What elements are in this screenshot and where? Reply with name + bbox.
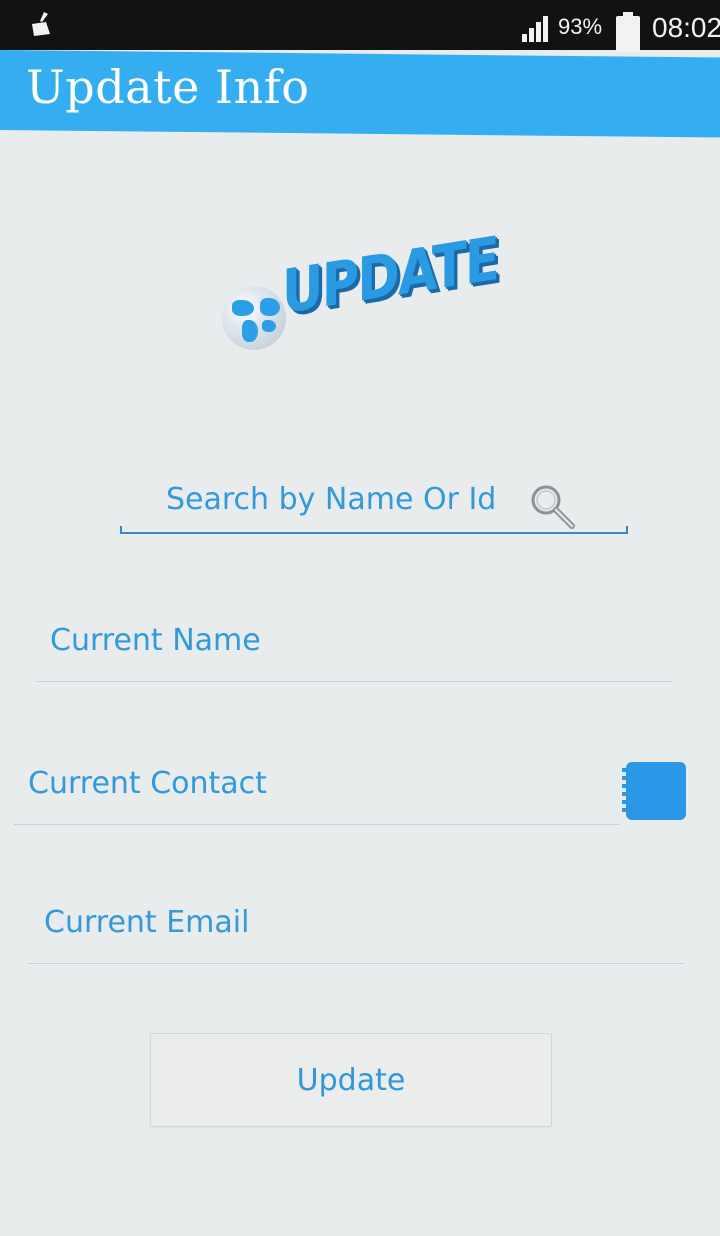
email-underline [28, 963, 684, 964]
name-underline [36, 681, 672, 682]
status-bar: 93% 08:02 [0, 0, 720, 52]
search-field [120, 470, 628, 542]
name-field-wrapper [36, 612, 686, 682]
cleaner-icon [32, 12, 50, 36]
status-time: 08:02 [652, 12, 720, 43]
update-banner-image: UPDATE [222, 224, 522, 352]
update-banner-text: UPDATE [282, 223, 499, 328]
search-input[interactable] [166, 474, 526, 524]
contact-book-icon[interactable] [622, 762, 686, 820]
update-button[interactable]: Update [150, 1033, 552, 1127]
contact-field-wrapper [14, 755, 624, 825]
battery-percent: 93% [558, 14, 603, 39]
globe-icon [222, 286, 286, 350]
search-icon[interactable] [526, 480, 578, 532]
battery-icon [616, 12, 640, 52]
current-contact-field[interactable] [28, 755, 624, 811]
current-email-field[interactable] [44, 894, 684, 950]
page-title: Update Info [26, 60, 310, 114]
signal-icon [522, 16, 548, 42]
current-name-field[interactable] [50, 612, 686, 668]
email-field-wrapper [28, 894, 684, 964]
contact-underline [14, 824, 620, 825]
search-underline [120, 526, 628, 534]
